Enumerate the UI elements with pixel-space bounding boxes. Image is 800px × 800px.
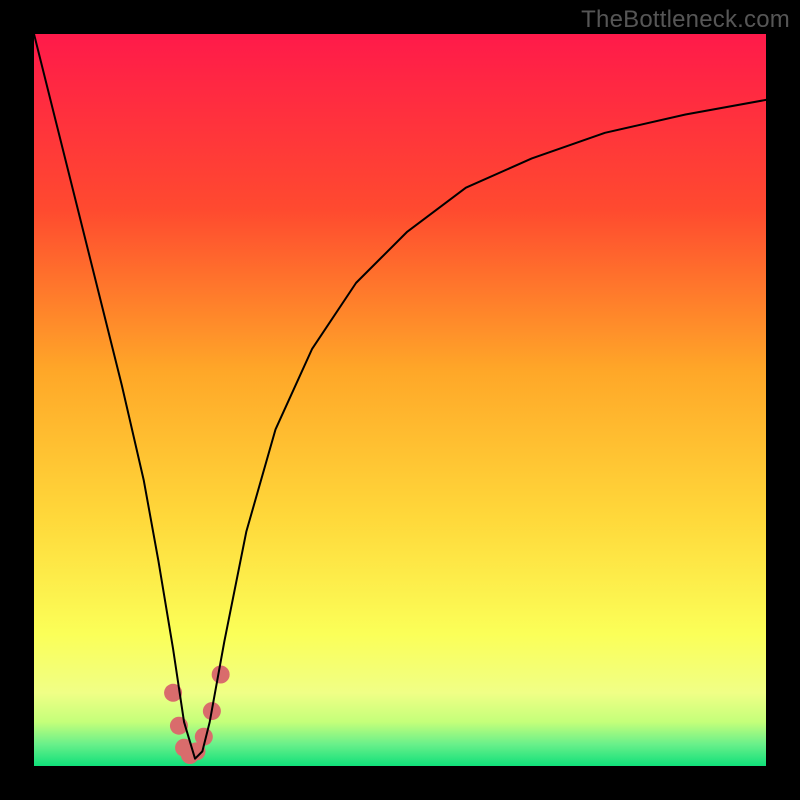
gradient-background: [34, 34, 766, 766]
plot-area: [34, 34, 766, 766]
highlight-dot: [212, 666, 230, 684]
chart-frame: TheBottleneck.com: [0, 0, 800, 800]
plot-svg: [34, 34, 766, 766]
watermark-text: TheBottleneck.com: [581, 6, 790, 34]
